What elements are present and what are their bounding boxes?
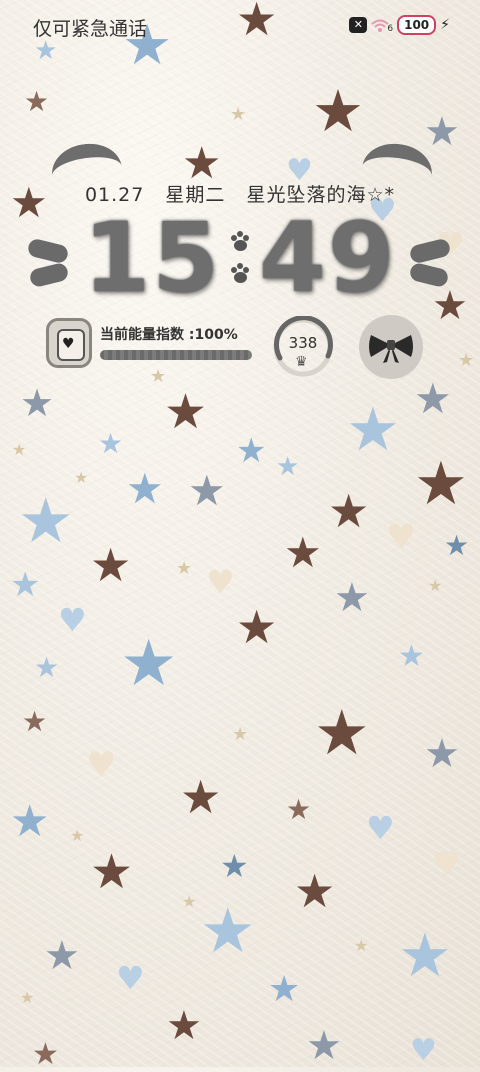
star-icon: ★	[424, 731, 460, 777]
clock-separator	[229, 231, 251, 285]
star-icon: ★	[188, 466, 226, 515]
star-icon: ★	[74, 468, 89, 487]
paw-icon	[229, 231, 251, 253]
paw-icon	[229, 263, 251, 285]
heart-icon: ♥	[58, 601, 87, 639]
star-icon: ★	[70, 826, 85, 845]
star-icon: ★	[90, 538, 132, 592]
crown-icon: ♛	[295, 354, 308, 370]
ring-value: 338	[288, 334, 318, 352]
star-icon: ★	[398, 639, 425, 674]
energy-label: 当前能量指数 :100%	[100, 327, 238, 343]
clock-minutes: 49	[259, 202, 397, 314]
star-icon: ★	[22, 705, 48, 738]
star-icon: ★	[176, 558, 193, 579]
star-icon: ★	[424, 109, 460, 155]
charging-icon: ⚡	[440, 17, 450, 33]
star-icon: ★	[276, 452, 300, 482]
star-icon: ★	[458, 350, 475, 371]
star-icon: ★	[294, 864, 336, 918]
star-icon: ★	[232, 724, 249, 745]
battery-indicator: 100	[397, 15, 437, 35]
star-icon: ★	[164, 384, 208, 440]
star-icon: ★	[414, 374, 452, 423]
energy-bar	[100, 350, 252, 360]
heart-icon: ♥	[116, 959, 145, 997]
star-icon: ★	[286, 793, 312, 826]
star-icon: ★	[18, 484, 74, 557]
status-bar: 仅可紧急通话 ✕ 6 100 ⚡	[0, 0, 480, 48]
heart-icon: ♥	[366, 809, 395, 847]
star-icon: ★	[90, 844, 134, 900]
signal-blocked-icon: ✕	[349, 17, 368, 33]
star-icon: ★	[20, 381, 55, 425]
carrier-text: 仅可紧急通话	[33, 18, 148, 40]
star-icon: ★	[10, 796, 50, 847]
star-icon: ★	[12, 440, 27, 459]
star-icon: ★	[236, 431, 267, 471]
battery-widget-icon[interactable]: ♥	[46, 318, 92, 368]
star-icon: ★	[354, 936, 369, 955]
star-icon: ★	[236, 600, 278, 654]
star-icon: ★	[312, 77, 364, 145]
heart-icon: ♥	[62, 336, 75, 352]
wifi-icon	[371, 18, 390, 32]
star-icon: ★	[284, 528, 322, 577]
star-icon: ★	[180, 770, 222, 824]
star-icon: ★	[200, 894, 256, 967]
energy-bar-fill	[100, 350, 252, 360]
star-icon: ★	[20, 988, 35, 1007]
star-icon: ★	[24, 85, 50, 118]
heart-icon: ♥	[86, 745, 117, 785]
star-icon: ★	[334, 575, 370, 621]
clock-hours: 15	[83, 202, 221, 314]
star-icon: ★	[44, 933, 80, 979]
star-icon: ★	[306, 1023, 342, 1069]
heart-icon: ♥	[410, 1033, 437, 1068]
star-icon: ★	[34, 651, 60, 684]
star-icon: ★	[120, 627, 178, 701]
star-icon: ★	[32, 1037, 59, 1072]
star-icon: ★	[182, 892, 197, 911]
status-icons: ✕ 6 100 ⚡	[349, 15, 450, 35]
ring-widget[interactable]: 338 ♛	[272, 315, 334, 378]
star-icon: ★	[230, 104, 247, 125]
star-icon: ★	[414, 449, 468, 519]
star-icon: ★	[98, 427, 124, 460]
date-line: 01.27 星期二 星光坠落的海☆*	[0, 180, 480, 207]
star-icon: ★	[428, 576, 443, 595]
heart-icon: ♥	[432, 845, 461, 883]
star-icon: ★	[268, 969, 301, 1010]
star-icon: ★	[220, 847, 249, 885]
heart-icon: ♥	[386, 517, 417, 557]
star-icon: ★	[328, 484, 370, 538]
bow-icon	[369, 335, 413, 363]
star-icon: ★	[398, 921, 452, 991]
star-icon: ★	[126, 464, 164, 513]
heart-icon: ♥	[206, 563, 235, 601]
star-icon: ★	[444, 529, 470, 562]
star-icon: ★	[314, 696, 370, 769]
star-icon: ★	[166, 1003, 202, 1049]
star-icon: ★	[346, 395, 400, 465]
lock-clock[interactable]: 15 49	[0, 202, 480, 314]
bow-button[interactable]	[359, 315, 423, 379]
star-icon: ★	[10, 565, 41, 605]
